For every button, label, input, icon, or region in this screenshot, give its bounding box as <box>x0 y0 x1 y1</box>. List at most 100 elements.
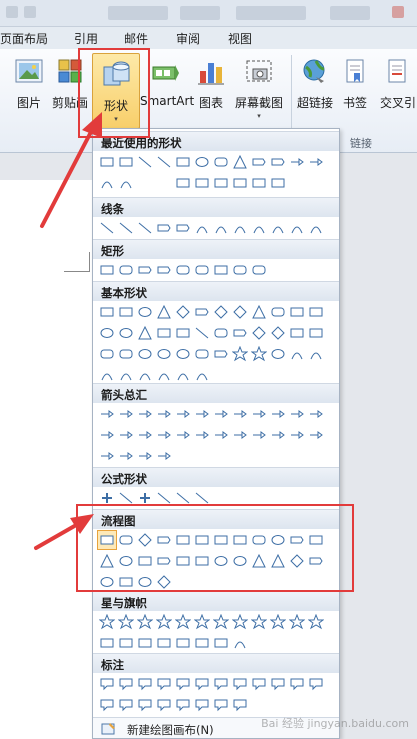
shape-thumbnail[interactable] <box>117 324 135 342</box>
shape-thumbnail[interactable] <box>193 634 211 652</box>
shape-thumbnail[interactable] <box>98 613 116 631</box>
shape-thumbnail[interactable] <box>269 345 287 363</box>
shape-thumbnail[interactable] <box>269 303 287 321</box>
shape-thumbnail[interactable] <box>98 324 116 342</box>
shape-thumbnail[interactable] <box>231 261 249 279</box>
shape-thumbnail[interactable] <box>307 345 325 363</box>
shape-thumbnail[interactable] <box>212 426 230 444</box>
shape-thumbnail[interactable] <box>117 634 135 652</box>
chart-button[interactable]: 图表 <box>194 57 228 111</box>
shape-thumbnail[interactable] <box>174 174 192 192</box>
shape-thumbnail[interactable] <box>117 366 135 384</box>
shape-thumbnail[interactable] <box>136 426 154 444</box>
shape-thumbnail[interactable] <box>193 366 211 384</box>
shape-thumbnail[interactable] <box>117 261 135 279</box>
shape-thumbnail[interactable] <box>136 675 154 693</box>
shape-thumbnail[interactable] <box>155 447 173 465</box>
shape-thumbnail[interactable] <box>155 345 173 363</box>
shape-thumbnail[interactable] <box>193 405 211 423</box>
shape-thumbnail[interactable] <box>193 426 211 444</box>
shape-thumbnail[interactable] <box>250 303 268 321</box>
shape-thumbnail[interactable] <box>288 303 306 321</box>
shape-thumbnail[interactable] <box>155 675 173 693</box>
shape-thumbnail[interactable] <box>212 613 230 631</box>
tab-view[interactable]: 视图 <box>228 30 252 47</box>
shape-thumbnail[interactable] <box>174 675 192 693</box>
close-icon[interactable] <box>392 6 404 18</box>
shape-thumbnail[interactable] <box>288 613 306 631</box>
shape-thumbnail[interactable] <box>212 261 230 279</box>
shape-thumbnail[interactable] <box>307 675 325 693</box>
shape-thumbnail[interactable] <box>231 696 249 714</box>
shape-thumbnail[interactable] <box>117 426 135 444</box>
shape-thumbnail[interactable] <box>136 345 154 363</box>
shape-thumbnail[interactable] <box>98 447 116 465</box>
qat-icon[interactable] <box>24 6 36 18</box>
shape-thumbnail[interactable] <box>212 675 230 693</box>
shape-thumbnail[interactable]: undefined <box>136 174 154 192</box>
shape-thumbnail[interactable] <box>174 153 192 171</box>
shape-thumbnail[interactable] <box>117 696 135 714</box>
shape-thumbnail[interactable] <box>136 153 154 171</box>
shape-thumbnail[interactable] <box>307 405 325 423</box>
shape-thumbnail[interactable] <box>155 696 173 714</box>
shape-thumbnail[interactable] <box>117 613 135 631</box>
shape-thumbnail[interactable] <box>98 366 116 384</box>
shape-thumbnail[interactable] <box>250 613 268 631</box>
shape-thumbnail[interactable] <box>250 345 268 363</box>
shape-thumbnail[interactable] <box>307 219 325 237</box>
shape-thumbnail[interactable] <box>193 324 211 342</box>
screenshot-button[interactable]: 屏幕截图 ▾ <box>232 57 286 120</box>
shape-thumbnail[interactable] <box>231 345 249 363</box>
shape-thumbnail[interactable] <box>136 405 154 423</box>
shape-thumbnail[interactable] <box>307 324 325 342</box>
shape-thumbnail[interactable] <box>174 303 192 321</box>
shape-thumbnail[interactable] <box>98 345 116 363</box>
shape-thumbnail[interactable] <box>193 696 211 714</box>
shape-thumbnail[interactable] <box>288 426 306 444</box>
shape-thumbnail[interactable] <box>269 426 287 444</box>
shape-thumbnail[interactable] <box>117 219 135 237</box>
shape-thumbnail[interactable] <box>117 447 135 465</box>
shape-thumbnail[interactable] <box>136 613 154 631</box>
shape-thumbnail[interactable] <box>231 405 249 423</box>
shape-thumbnail[interactable] <box>269 174 287 192</box>
shape-thumbnail[interactable] <box>212 219 230 237</box>
shape-thumbnail[interactable] <box>98 675 116 693</box>
shape-thumbnail[interactable] <box>212 634 230 652</box>
shape-thumbnail[interactable] <box>231 613 249 631</box>
shape-thumbnail[interactable]: undefined <box>155 174 173 192</box>
shape-thumbnail[interactable] <box>193 219 211 237</box>
shape-thumbnail[interactable] <box>250 405 268 423</box>
shape-thumbnail[interactable] <box>212 303 230 321</box>
shape-thumbnail[interactable] <box>117 174 135 192</box>
shape-thumbnail[interactable] <box>212 345 230 363</box>
shape-thumbnail[interactable] <box>155 366 173 384</box>
shape-thumbnail[interactable] <box>174 261 192 279</box>
shape-thumbnail[interactable] <box>193 174 211 192</box>
shape-thumbnail[interactable] <box>212 324 230 342</box>
picture-button[interactable]: 图片 <box>12 57 46 111</box>
crossref-button[interactable]: 交叉引 <box>377 57 417 111</box>
shape-thumbnail[interactable] <box>212 174 230 192</box>
shape-thumbnail[interactable] <box>98 261 116 279</box>
shape-thumbnail[interactable] <box>155 261 173 279</box>
shape-thumbnail[interactable] <box>155 219 173 237</box>
shape-thumbnail[interactable] <box>307 153 325 171</box>
shape-thumbnail[interactable] <box>288 324 306 342</box>
shape-thumbnail[interactable] <box>288 219 306 237</box>
shape-thumbnail[interactable] <box>212 153 230 171</box>
shape-thumbnail[interactable] <box>250 219 268 237</box>
shape-thumbnail[interactable] <box>155 153 173 171</box>
shape-thumbnail[interactable] <box>174 696 192 714</box>
shape-thumbnail[interactable] <box>98 426 116 444</box>
shape-thumbnail[interactable] <box>288 675 306 693</box>
tab-mailings[interactable]: 邮件 <box>124 30 148 47</box>
shape-thumbnail[interactable] <box>155 613 173 631</box>
shape-thumbnail[interactable] <box>288 345 306 363</box>
tab-references[interactable]: 引用 <box>74 30 98 47</box>
shape-thumbnail[interactable] <box>117 303 135 321</box>
shape-thumbnail[interactable] <box>250 261 268 279</box>
shape-thumbnail[interactable] <box>250 675 268 693</box>
shape-thumbnail[interactable] <box>193 613 211 631</box>
